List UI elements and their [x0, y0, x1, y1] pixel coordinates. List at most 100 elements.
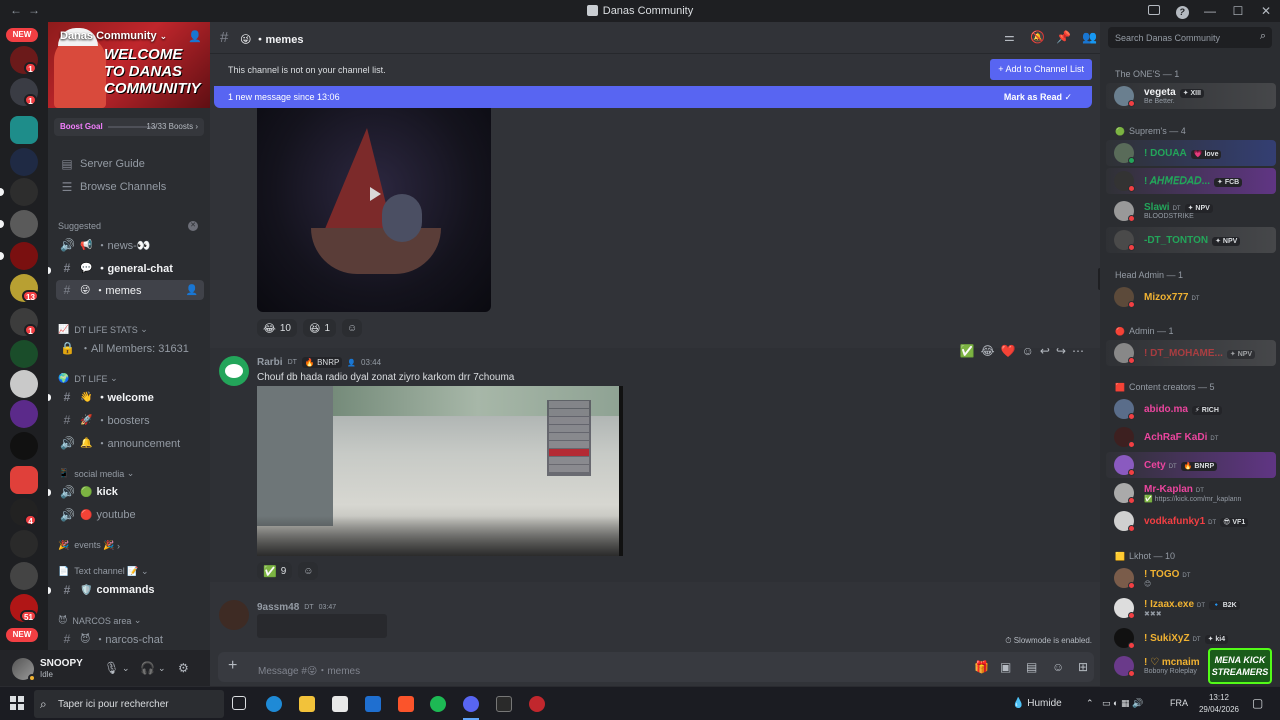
- channel-welcome[interactable]: # 👋 ・welcome: [56, 387, 204, 407]
- member-row[interactable]: ! Izaax.exe DT 🔹 B2K ✖✖✖: [1106, 595, 1276, 621]
- store-icon[interactable]: [332, 696, 348, 712]
- category-narcos-area[interactable]: 😈 NARCOS area ⌄: [58, 615, 141, 626]
- category-text-channel[interactable]: 📄 Text channel 📝 ⌄: [58, 566, 149, 577]
- message-author[interactable]: Rarbi: [257, 357, 283, 368]
- member-list-icon[interactable]: 👥: [1082, 30, 1097, 44]
- server-icon[interactable]: [10, 242, 38, 270]
- sticker-icon[interactable]: ▤: [1026, 660, 1037, 674]
- member-row[interactable]: ! DT_MOHAME... ✦ NPV: [1106, 340, 1276, 366]
- server-icon[interactable]: [10, 400, 38, 428]
- task-view-icon[interactable]: [232, 696, 246, 710]
- server-guide[interactable]: ▤ Server Guide: [56, 154, 204, 174]
- channel-youtube[interactable]: 🔊 🔴 youtube: [56, 505, 204, 525]
- maximize-button[interactable]: ☐: [1224, 4, 1252, 18]
- weather-widget[interactable]: 💧 Humide: [1012, 698, 1062, 709]
- discord-icon[interactable]: [463, 696, 479, 712]
- tray-overflow-icon[interactable]: ⌃: [1086, 698, 1094, 709]
- member-row[interactable]: vegeta ✦ XIII Be Better.: [1106, 83, 1276, 109]
- windows-start-icon[interactable]: [10, 696, 24, 710]
- outlook-icon[interactable]: [365, 696, 381, 712]
- message-input[interactable]: Message #😜・memes: [258, 662, 360, 677]
- member-row[interactable]: -DT_TONTON ✦ NPV: [1106, 227, 1276, 253]
- channel-memes[interactable]: # 😜 ・memes 👤: [56, 280, 204, 300]
- add-to-channel-list-button[interactable]: + Add to Channel List: [990, 59, 1092, 80]
- member-row[interactable]: Mizox777 DT: [1106, 284, 1276, 310]
- emoji-icon[interactable]: ☺: [1052, 660, 1064, 674]
- server-banner[interactable]: WELCOME TO DANAS COMMUNITIY Danas Communit…: [48, 22, 210, 108]
- notification-mute-icon[interactable]: 🔕: [1030, 30, 1045, 44]
- server-icon[interactable]: [10, 148, 38, 176]
- server-icon[interactable]: [10, 530, 38, 558]
- gif-icon[interactable]: ▣: [1000, 660, 1011, 674]
- media-placeholder[interactable]: [257, 614, 387, 638]
- server-icon[interactable]: [10, 562, 38, 590]
- forward-icon[interactable]: ↪: [1056, 344, 1066, 358]
- add-reaction-icon[interactable]: ☺: [1022, 344, 1034, 358]
- channel-kick[interactable]: 🔊 🟢 kick: [56, 482, 204, 502]
- server-icon[interactable]: [10, 370, 38, 398]
- language-indicator[interactable]: FRA: [1170, 698, 1188, 708]
- taskbar-clock[interactable]: 13:12 29/04/2026: [1198, 692, 1240, 716]
- server-icon[interactable]: [10, 178, 38, 206]
- member-row[interactable]: Mr-Kaplan DT ✅ https://kick.com/mr_kaplan…: [1106, 480, 1276, 506]
- new-messages-bar[interactable]: 1 new message since 13:06 Mark as Read ✓: [214, 86, 1092, 108]
- category-dt-life[interactable]: 🌍 DT LIFE ⌄: [58, 373, 118, 384]
- tray-icons[interactable]: ▭ ◐ ▦ 🔊: [1102, 698, 1143, 709]
- epic-games-icon[interactable]: [496, 696, 512, 712]
- headset-icon[interactable]: 🎧: [140, 661, 155, 675]
- server-icon[interactable]: [10, 340, 38, 368]
- quick-react-heart[interactable]: ❤️: [1001, 344, 1016, 358]
- add-reaction-icon[interactable]: ☺: [342, 319, 363, 337]
- search-input[interactable]: Search Danas Community ⌕: [1108, 27, 1272, 48]
- server-name[interactable]: Danas Community ⌄: [60, 30, 167, 42]
- server-icon[interactable]: [10, 210, 38, 238]
- member-row[interactable]: AchRaF KaDi DT: [1106, 424, 1276, 450]
- member-row[interactable]: vodkafunky1 DT 😎 VF1: [1106, 508, 1276, 534]
- member-row[interactable]: ! 𝘈𝘏𝘔𝘌𝘋𝘈𝘋... ✦ FCB: [1106, 168, 1276, 194]
- close-button[interactable]: ✕: [1252, 4, 1280, 18]
- server-icon[interactable]: [10, 466, 38, 494]
- edge-icon[interactable]: [266, 696, 282, 712]
- pin-icon[interactable]: 📌: [1056, 30, 1071, 44]
- inbox-icon[interactable]: [1140, 4, 1168, 18]
- play-icon[interactable]: [364, 184, 384, 204]
- spotify-icon[interactable]: [430, 696, 446, 712]
- quick-react-check[interactable]: ✅: [960, 344, 975, 358]
- channel-narcos-chat[interactable]: # 😈 ・narcos-chat: [56, 629, 204, 649]
- file-explorer-icon[interactable]: [299, 696, 315, 712]
- channel-all-members[interactable]: 🔒 ・All Members: 31631: [56, 338, 204, 358]
- member-row[interactable]: Cety DT 🔥 BNRP: [1106, 452, 1276, 478]
- add-member-icon[interactable]: 👤: [186, 285, 198, 296]
- channel-commands[interactable]: # 🛡️ commands: [56, 580, 204, 600]
- channel-general-chat[interactable]: # 💬 ・general-chat: [56, 258, 204, 278]
- threads-icon[interactable]: ⚌: [1004, 30, 1015, 44]
- reaction[interactable]: 😂 10: [257, 319, 297, 337]
- rockstar-icon[interactable]: [529, 696, 545, 712]
- member-row[interactable]: abido.ma ⚡ RICH: [1106, 396, 1276, 422]
- category-social-media[interactable]: 📱 social media ⌄: [58, 468, 134, 479]
- gift-icon[interactable]: 🎁: [974, 660, 989, 674]
- channel-announcement[interactable]: 🔊 🔔 ・announcement: [56, 433, 204, 453]
- video-attachment[interactable]: [257, 108, 491, 312]
- dismiss-icon[interactable]: ✕: [188, 221, 198, 231]
- category-events[interactable]: 🎉 events 🎉 ›: [58, 540, 120, 551]
- apps-icon[interactable]: ⊞: [1078, 660, 1088, 674]
- minimize-button[interactable]: —: [1196, 4, 1224, 18]
- message-author[interactable]: 9assm48: [257, 602, 299, 613]
- boost-goal[interactable]: Boost Goal 13/33 Boosts ›: [54, 118, 204, 136]
- quick-react-joy[interactable]: 😂: [981, 344, 995, 358]
- reaction[interactable]: 😆 1: [302, 319, 337, 337]
- more-icon[interactable]: ⋯: [1072, 344, 1084, 358]
- guild-tag[interactable]: 🔥 BNRP: [301, 357, 343, 368]
- settings-icon[interactable]: ⚙: [178, 661, 189, 675]
- server-icon[interactable]: [10, 432, 38, 460]
- chevron-down-icon[interactable]: ⌄: [158, 663, 166, 674]
- member-row[interactable]: ! TOGO DT 😊: [1106, 565, 1276, 591]
- microphone-icon[interactable]: 🎙: [104, 661, 119, 675]
- reply-icon[interactable]: ↩: [1040, 344, 1050, 358]
- taskbar-search[interactable]: ⌕ Taper ici pour rechercher: [34, 690, 224, 718]
- chevron-down-icon[interactable]: ⌄: [122, 663, 130, 674]
- username[interactable]: SNOOPY: [40, 658, 83, 669]
- help-icon[interactable]: ?: [1168, 4, 1196, 19]
- avatar[interactable]: [219, 600, 249, 630]
